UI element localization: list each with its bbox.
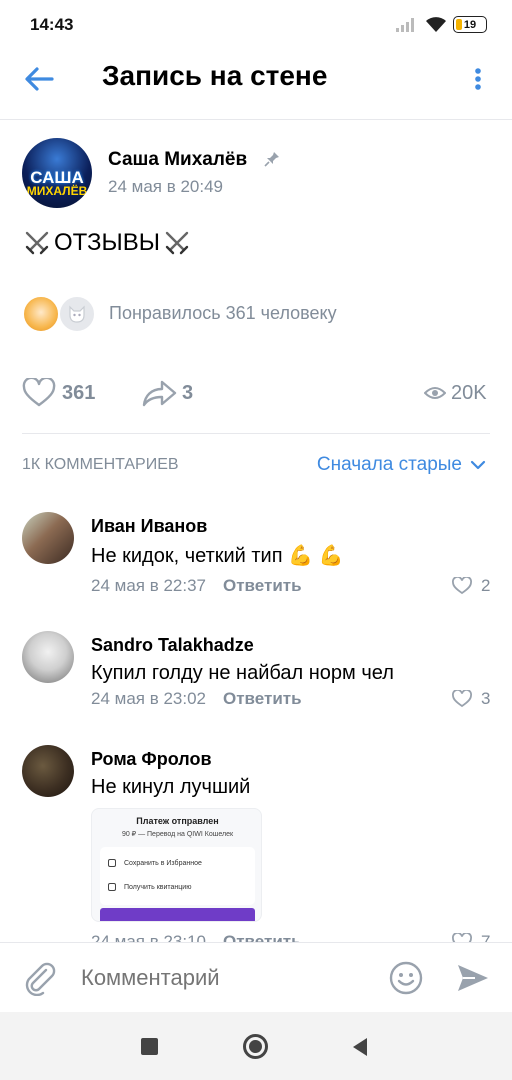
status-time: 14:43 xyxy=(30,15,74,34)
wifi-icon xyxy=(426,17,446,32)
reply-button[interactable]: Ответить xyxy=(223,689,302,709)
post-date: 24 мая в 20:49 xyxy=(108,177,223,196)
back-triangle-icon[interactable] xyxy=(352,1037,368,1057)
likes-summary[interactable]: Понравилось 361 человеку xyxy=(109,303,337,324)
crossed-swords-icon xyxy=(25,231,49,255)
pin-icon xyxy=(264,152,279,167)
chevron-down-icon xyxy=(470,460,486,470)
dog-icon xyxy=(69,305,85,323)
attachment-row: Получить квитанцию xyxy=(108,883,191,891)
comment-date: 24 мая в 22:37 xyxy=(91,576,206,595)
divider xyxy=(22,433,490,434)
comments-count: 1К КОММЕНТАРИЕВ xyxy=(22,456,179,473)
battery-level: 19 xyxy=(463,18,477,31)
battery-fill xyxy=(456,19,462,30)
comment-like-button[interactable]: 2 xyxy=(452,576,490,596)
share-icon[interactable] xyxy=(142,378,178,408)
author-avatar[interactable]: САША МИХАЛЁВ xyxy=(22,138,92,208)
views-count: 20K xyxy=(451,382,487,404)
reply-button[interactable]: Ответить xyxy=(223,576,302,596)
liker-avatar xyxy=(58,295,96,333)
attachment-row-label: Сохранить в Избранное xyxy=(124,859,202,867)
commenter-name[interactable]: Иван Иванов xyxy=(91,516,207,537)
home-dot xyxy=(249,1040,262,1053)
post-text: ОТЗЫВЫ xyxy=(22,228,192,258)
liker-avatar xyxy=(22,295,60,333)
attachment-title: Платеж отправлен xyxy=(136,816,219,826)
commenter-avatar[interactable] xyxy=(22,745,74,797)
commenter-avatar[interactable] xyxy=(22,631,74,683)
attachment-banner xyxy=(100,908,255,921)
comment-input[interactable] xyxy=(81,965,381,991)
app-header: Запись на стене xyxy=(0,50,512,120)
post-text-label: ОТЗЫВЫ xyxy=(54,229,161,256)
eye-icon xyxy=(424,387,446,399)
comment-like-button[interactable]: 3 xyxy=(452,689,490,709)
attachment-row-label: Получить квитанцию xyxy=(124,883,192,891)
comment-text: Купил голду не найбал норм чел xyxy=(91,662,394,684)
likers-avatars[interactable] xyxy=(22,295,102,333)
smile-icon[interactable] xyxy=(388,960,424,996)
avatar-text-bottom: МИХАЛЁВ xyxy=(26,184,88,198)
attachment-card: Сохранить в Избранное Получить квитанцию xyxy=(100,847,255,905)
arrow-left-icon[interactable] xyxy=(22,64,58,94)
comment-like-count: 3 xyxy=(481,689,491,708)
commenter-name[interactable]: Рома Фролов xyxy=(91,749,212,770)
attachment-row: Сохранить в Избранное xyxy=(108,859,202,867)
like-count[interactable]: 361 xyxy=(62,382,95,405)
sort-label: Сначала старые xyxy=(316,454,462,475)
send-icon[interactable] xyxy=(455,961,491,995)
crossed-swords-icon xyxy=(165,231,189,255)
more-vertical-icon[interactable] xyxy=(466,64,490,94)
battery-indicator: 19 xyxy=(453,16,487,33)
comment-attachment-image[interactable]: Платеж отправлен 90 ₽ — Перевод на QIWI … xyxy=(91,808,262,922)
comment-date: 24 мая в 23:02 xyxy=(91,689,206,708)
receipt-icon xyxy=(108,883,116,891)
commenter-avatar[interactable] xyxy=(22,512,74,564)
attachment-subtitle: 90 ₽ — Перевод на QIWI Кошелек xyxy=(121,831,234,838)
comment-text: Не кидок, четкий тип 💪 💪 xyxy=(91,545,344,567)
comment-text: Не кинул лучший xyxy=(91,776,251,798)
signal-icon xyxy=(396,18,414,32)
heart-icon xyxy=(452,690,472,708)
heart-icon xyxy=(452,577,472,595)
system-nav-bar xyxy=(0,1012,512,1080)
comment-meta: 24 мая в 23:02 Ответить xyxy=(91,689,302,709)
share-count[interactable]: 3 xyxy=(182,382,193,405)
recents-button[interactable] xyxy=(141,1038,158,1055)
comment-like-count: 2 xyxy=(481,576,491,595)
status-bar: 14:43 19 xyxy=(0,0,512,50)
star-icon xyxy=(108,859,116,867)
comments-header: 1К КОММЕНТАРИЕВ Сначала старые xyxy=(0,454,512,478)
heart-icon[interactable] xyxy=(22,378,56,408)
paperclip-icon[interactable] xyxy=(22,960,58,996)
author-name[interactable]: Саша Михалёв xyxy=(108,149,247,171)
post-actions: 361 3 20K xyxy=(0,372,512,416)
sort-dropdown[interactable]: Сначала старые xyxy=(317,454,486,476)
comment-meta: 24 мая в 22:37 Ответить xyxy=(91,576,302,596)
page-title: Запись на стене xyxy=(102,60,328,91)
home-button[interactable] xyxy=(243,1034,268,1059)
comment-composer xyxy=(0,942,512,1012)
commenter-name[interactable]: Sandro Talakhadze xyxy=(91,635,254,656)
